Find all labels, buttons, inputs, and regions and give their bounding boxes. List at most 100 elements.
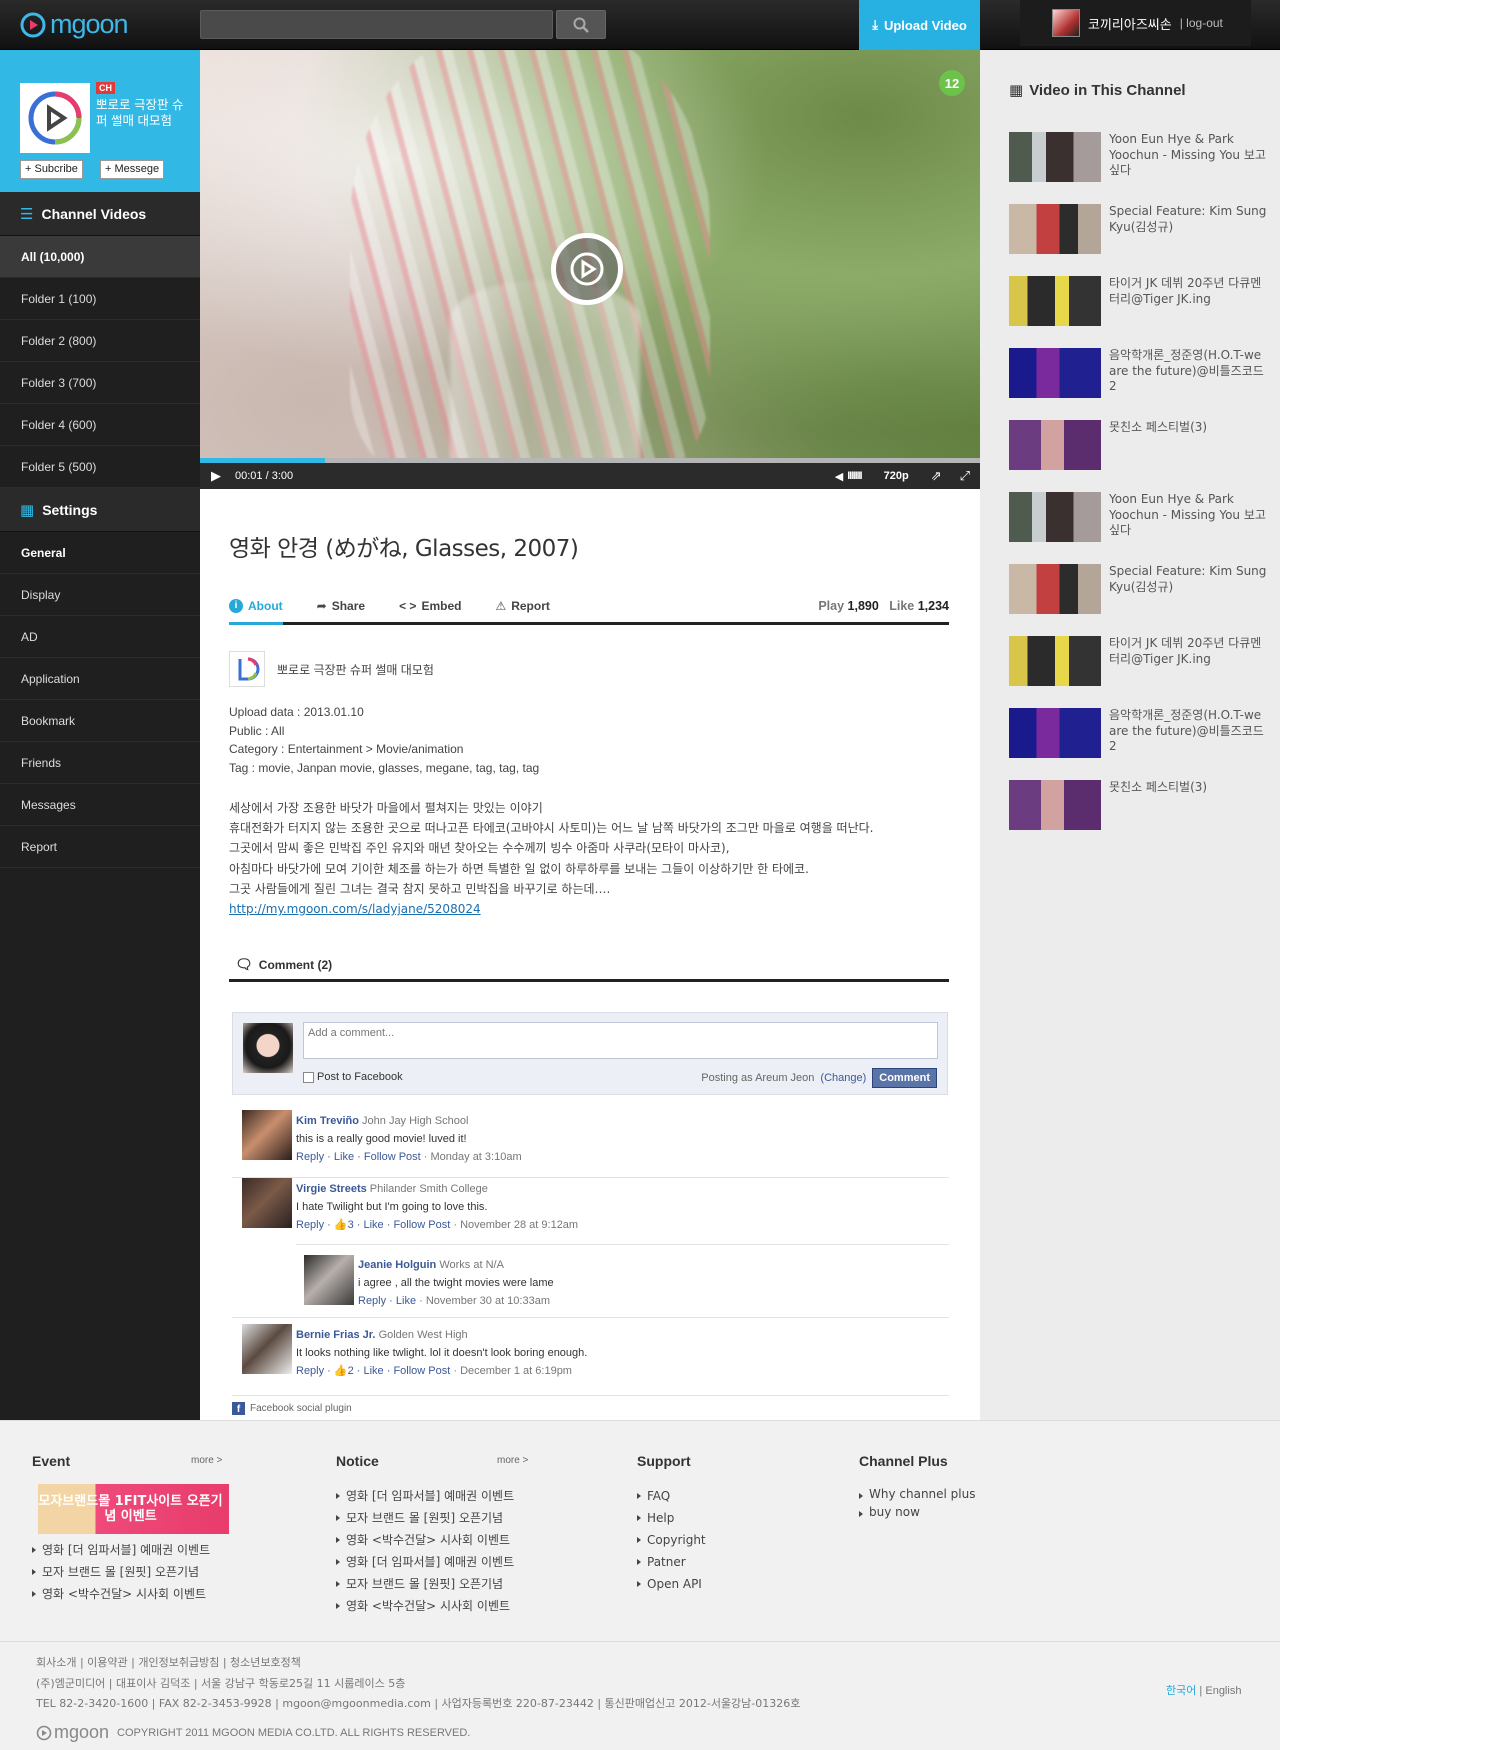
change-link[interactable]: (Change) (820, 1072, 866, 1084)
video-item[interactable]: Yoon Eun Hye & Park Yoochun - Missing Yo… (1009, 492, 1269, 564)
lang-korean[interactable]: 한국어 (1166, 1685, 1196, 1697)
support-item[interactable]: Open API (637, 1573, 706, 1595)
channel-plus-item[interactable]: Why channel plus (859, 1485, 976, 1503)
video-item[interactable]: 못친소 페스티벌(3) (1009, 780, 1269, 852)
video-item[interactable]: Special Feature: Kim Sung Kyu(김성규) (1009, 564, 1269, 636)
message-button[interactable]: + Messege (100, 160, 165, 179)
play-pause-icon[interactable]: ▶ (211, 468, 221, 484)
folder-all[interactable]: All (10,000) (0, 236, 200, 278)
notice-item[interactable]: 영화 [더 임파서블] 예매권 이벤트 (336, 1551, 536, 1573)
settings-general[interactable]: General (0, 532, 200, 574)
search-input[interactable] (200, 10, 553, 39)
notice-item[interactable]: 영화 <박수건달> 시사회 이벤트 (336, 1529, 536, 1551)
tab-about[interactable]: i About (229, 589, 283, 625)
footer-links[interactable]: 회사소개 | 이용약관 | 개인정보취급방침 | 청소년보호정책 (36, 1654, 301, 1670)
video-item-title[interactable]: 타이거 JK 데뷔 20주년 다큐멘터리@Tiger JK.ing (1109, 276, 1269, 307)
video-thumbnail[interactable] (1009, 780, 1101, 830)
fullscreen-icon[interactable]: ⤢ (960, 468, 970, 484)
video-thumbnail[interactable] (1009, 204, 1101, 254)
video-item-title[interactable]: 못친소 페스티벌(3) (1109, 420, 1269, 436)
tab-embed[interactable]: < > Embed (399, 588, 461, 624)
channel-name[interactable]: 뽀로로 극장판 슈퍼 썰매 대모험 (96, 97, 191, 129)
author-thumb[interactable] (229, 651, 265, 687)
quality-button[interactable]: 720p (884, 470, 909, 482)
settings-display[interactable]: Display (0, 574, 200, 616)
share-icon[interactable]: ⇗ (931, 468, 942, 484)
comment-actions[interactable]: Reply · Like · Follow Post (296, 1151, 421, 1163)
event-more-link[interactable]: more > (191, 1455, 222, 1466)
avatar[interactable] (242, 1324, 292, 1374)
channel-thumbnail[interactable] (20, 83, 90, 153)
volume-icon[interactable]: ◀ (835, 470, 843, 483)
video-thumbnail[interactable] (1009, 276, 1101, 326)
event-item[interactable]: 영화 <박수건달> 시사회 이벤트 (32, 1583, 210, 1605)
volume-bars[interactable]: IIIIIII (847, 470, 862, 482)
video-item-title[interactable]: Special Feature: Kim Sung Kyu(김성규) (1109, 204, 1269, 235)
video-item-title[interactable]: Yoon Eun Hye & Park Yoochun - Missing Yo… (1109, 492, 1269, 539)
subscribe-button[interactable]: + Subcribe (20, 160, 83, 179)
video-item[interactable]: 음악학개론_정준영(H.O.T-we are the future)@비틀즈코드… (1009, 348, 1269, 420)
folder-1[interactable]: Folder 1 (100) (0, 278, 200, 320)
big-play-button[interactable] (551, 233, 623, 305)
video-item[interactable]: Special Feature: Kim Sung Kyu(김성규) (1009, 204, 1269, 276)
username[interactable]: 코끼리아즈씨손 (1088, 14, 1172, 33)
comment-input[interactable]: Add a comment... (303, 1022, 938, 1059)
settings-messages[interactable]: Messages (0, 784, 200, 826)
video-item-title[interactable]: 못친소 페스티벌(3) (1109, 780, 1269, 796)
search-button[interactable] (556, 10, 606, 39)
video-item[interactable]: 음악학개론_정준영(H.O.T-we are the future)@비틀즈코드… (1009, 708, 1269, 780)
comment-author[interactable]: Bernie Frias Jr. (296, 1329, 376, 1341)
comment-author[interactable]: Virgie Streets (296, 1183, 367, 1195)
avatar[interactable] (242, 1178, 292, 1228)
checkbox[interactable] (303, 1071, 314, 1083)
support-item[interactable]: Copyright (637, 1529, 706, 1551)
logout-link[interactable]: | log-out (1180, 16, 1223, 30)
tab-report[interactable]: ⚠ Report (495, 588, 549, 624)
video-item-title[interactable]: 타이거 JK 데뷔 20주년 다큐멘터리@Tiger JK.ing (1109, 636, 1269, 667)
video-item[interactable]: Yoon Eun Hye & Park Yoochun - Missing Yo… (1009, 132, 1269, 204)
avatar[interactable] (304, 1255, 354, 1305)
settings-friends[interactable]: Friends (0, 742, 200, 784)
settings-application[interactable]: Application (0, 658, 200, 700)
folder-2[interactable]: Folder 2 (800) (0, 320, 200, 362)
video-item[interactable]: 못친소 페스티벌(3) (1009, 420, 1269, 492)
video-item[interactable]: 타이거 JK 데뷔 20주년 다큐멘터리@Tiger JK.ing (1009, 636, 1269, 708)
mgoon-logo[interactable]: mgoon (20, 9, 129, 40)
event-banner[interactable]: 모자브랜드몰 1FIT사이트 오픈기념 이벤트 (38, 1484, 229, 1534)
notice-item[interactable]: 영화 [더 임파서블] 예매권 이벤트 (336, 1485, 536, 1507)
video-player[interactable]: 12 ▶ 00:01 / 3:00 ◀ IIIIIII 720p ⇗ ⤢ (200, 50, 980, 489)
avatar[interactable] (242, 1110, 292, 1160)
event-item[interactable]: 영화 [더 임파서블] 예매권 이벤트 (32, 1539, 210, 1561)
video-item-title[interactable]: Special Feature: Kim Sung Kyu(김성규) (1109, 564, 1269, 595)
user-avatar[interactable] (1052, 9, 1080, 37)
comment-actions[interactable]: Reply · 👍3 · Like · Follow Post (296, 1219, 450, 1231)
folder-4[interactable]: Folder 4 (600) (0, 404, 200, 446)
settings-ad[interactable]: AD (0, 616, 200, 658)
video-thumbnail[interactable] (1009, 348, 1101, 398)
settings-bookmark[interactable]: Bookmark (0, 700, 200, 742)
lang-english[interactable]: English (1205, 1685, 1241, 1697)
upload-video-button[interactable]: ⤓ Upload Video (859, 0, 980, 50)
folder-5[interactable]: Folder 5 (500) (0, 446, 200, 488)
support-item[interactable]: FAQ (637, 1485, 706, 1507)
video-item[interactable]: 타이거 JK 데뷔 20주년 다큐멘터리@Tiger JK.ing (1009, 276, 1269, 348)
video-thumbnail[interactable] (1009, 636, 1101, 686)
channel-plus-item[interactable]: buy now (859, 1503, 976, 1521)
comment-actions[interactable]: Reply · 👍2 · Like · Follow Post (296, 1365, 450, 1377)
video-thumbnail[interactable] (1009, 420, 1101, 470)
event-item[interactable]: 모자 브랜드 몰 [원핏] 오픈기념 (32, 1561, 210, 1583)
author-name[interactable]: 뽀로로 극장판 슈퍼 썰매 대모험 (277, 661, 434, 678)
notice-item[interactable]: 모자 브랜드 몰 [원핏] 오픈기념 (336, 1507, 536, 1529)
video-thumbnail[interactable] (1009, 132, 1101, 182)
settings-report[interactable]: Report (0, 826, 200, 868)
notice-item[interactable]: 영화 <박수건달> 시사회 이벤트 (336, 1595, 536, 1617)
video-thumbnail[interactable] (1009, 492, 1101, 542)
comment-button[interactable]: Comment (872, 1068, 937, 1088)
comment-author[interactable]: Jeanie Holguin (358, 1259, 436, 1271)
notice-item[interactable]: 모자 브랜드 몰 [원핏] 오픈기념 (336, 1573, 536, 1595)
comment-actions[interactable]: Reply · Like (358, 1295, 416, 1307)
video-item-title[interactable]: 음악학개론_정준영(H.O.T-we are the future)@비틀즈코드… (1109, 708, 1269, 755)
video-item-title[interactable]: 음악학개론_정준영(H.O.T-we are the future)@비틀즈코드… (1109, 348, 1269, 395)
support-item[interactable]: Patner (637, 1551, 706, 1573)
description-link[interactable]: http://my.mgoon.com/s/ladyjane/5208024 (229, 902, 481, 916)
